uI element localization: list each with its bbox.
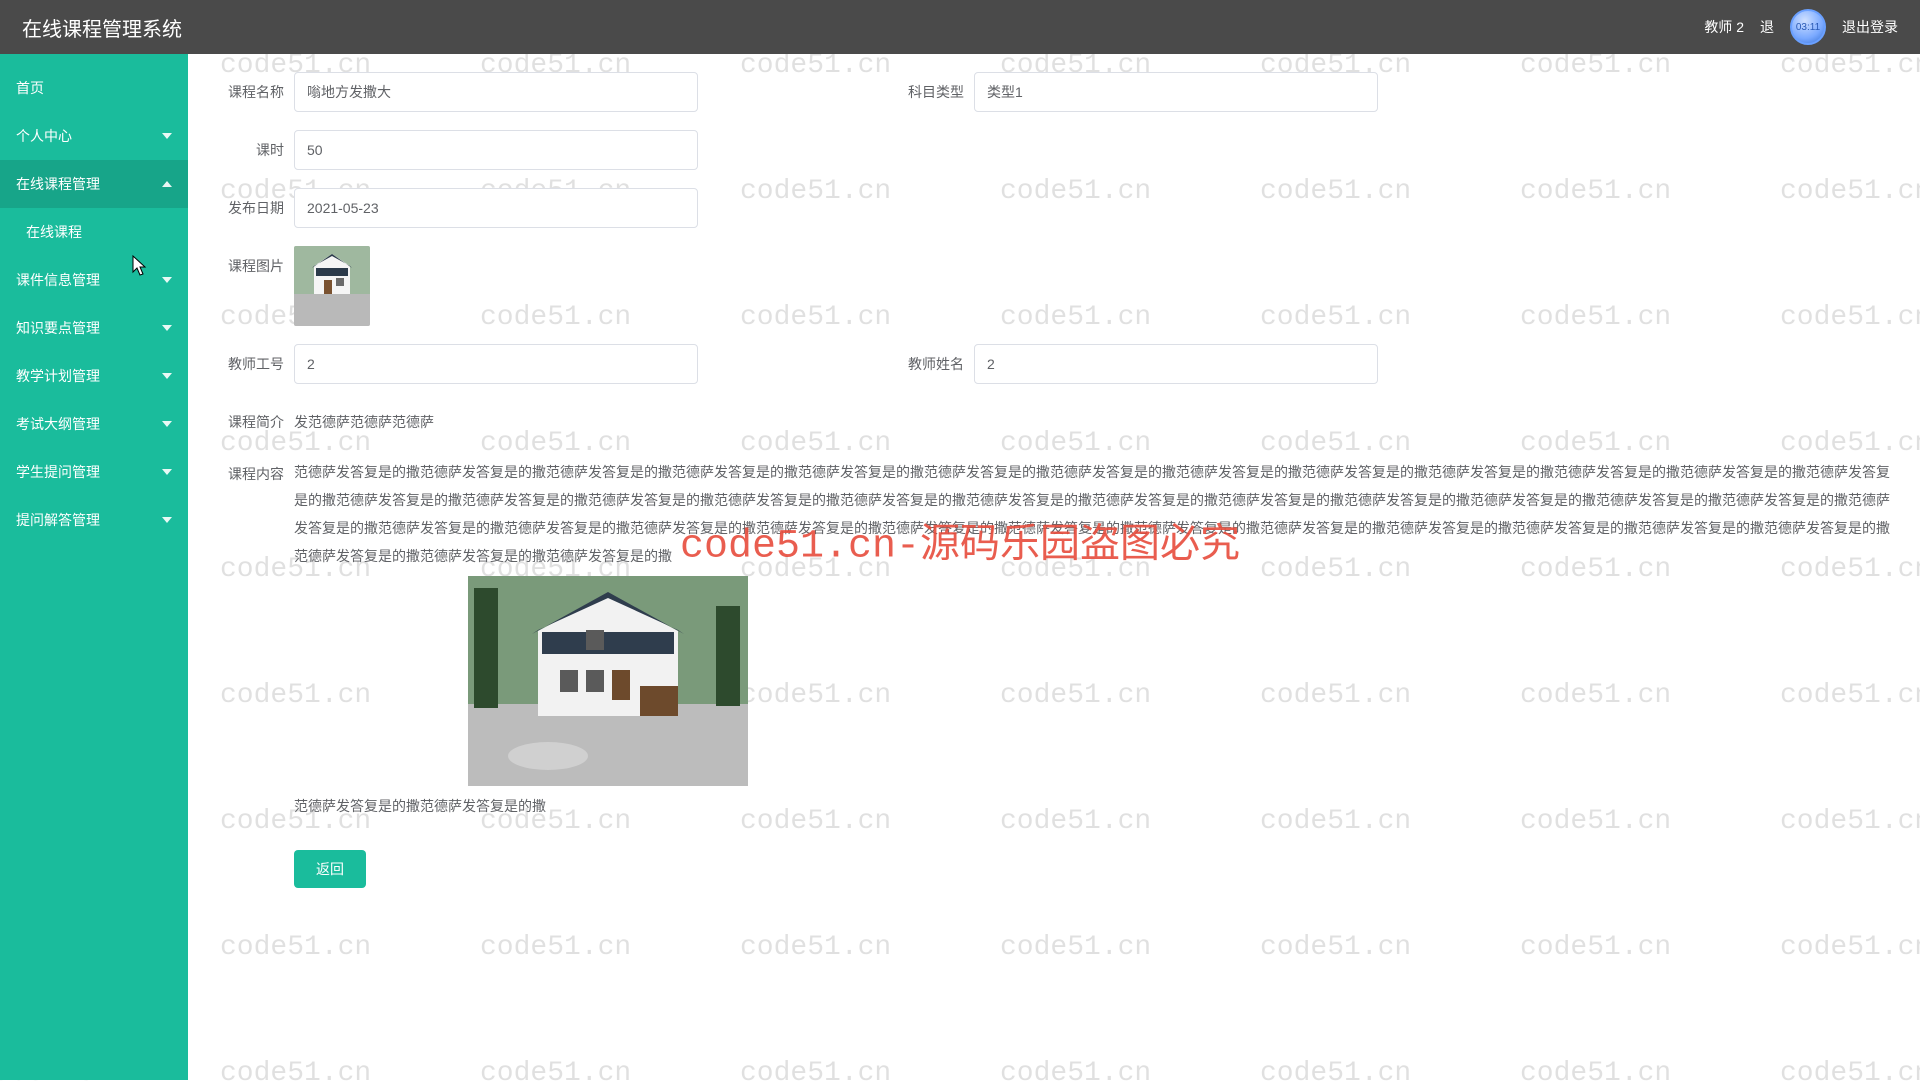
sidebar: 首页 个人中心 在线课程管理 在线课程 课件信息管理 知识要点管理 教学计划管理… (0, 54, 188, 1080)
app-title: 在线课程管理系统 (22, 13, 182, 42)
chevron-down-icon (162, 373, 172, 379)
content-paragraph-1: 范德萨发答复是的撒范德萨发答复是的撒范德萨发答复是的撒范德萨发答复是的撒范德萨发… (294, 458, 1890, 570)
content-paragraph-2: 范德萨发答复是的撒范德萨发答复是的撒 (294, 792, 1890, 820)
label-teacher-name: 教师姓名 (898, 344, 974, 374)
sidebar-item-label: 知识要点管理 (16, 318, 100, 338)
chevron-down-icon (162, 277, 172, 283)
sidebar-item-home[interactable]: 首页 (0, 64, 188, 112)
label-course-name: 课程名称 (218, 72, 294, 102)
avatar[interactable]: 03:11 (1790, 9, 1826, 45)
sidebar-item-course-list[interactable]: 在线课程 (0, 208, 188, 256)
header-back-link[interactable]: 退 (1760, 17, 1774, 37)
chevron-down-icon (162, 325, 172, 331)
sidebar-item-label: 个人中心 (16, 126, 72, 146)
input-teacher-id[interactable]: 2 (294, 344, 698, 384)
input-course-name[interactable]: 嗡地方发撒大 (294, 72, 698, 112)
value-content: 范德萨发答复是的撒范德萨发答复是的撒范德萨发答复是的撒范德萨发答复是的撒范德萨发… (294, 454, 1890, 820)
sidebar-item-label: 学生提问管理 (16, 462, 100, 482)
sidebar-item-knowledge[interactable]: 知识要点管理 (0, 304, 188, 352)
label-course-image: 课程图片 (218, 246, 294, 276)
label-hours: 课时 (218, 130, 294, 160)
sidebar-item-label: 考试大纲管理 (16, 414, 100, 434)
avatar-badge: 03:11 (1796, 22, 1820, 33)
course-image-thumb[interactable] (294, 246, 370, 326)
label-content: 课程内容 (218, 454, 294, 484)
chevron-up-icon (162, 181, 172, 187)
chevron-down-icon (162, 133, 172, 139)
input-subject-type[interactable]: 类型1 (974, 72, 1378, 112)
header-right: 教师 2 退 03:11 退出登录 (1704, 9, 1898, 45)
sidebar-item-label: 在线课程 (26, 222, 82, 242)
label-teacher-id: 教师工号 (218, 344, 294, 374)
label-subject-type: 科目类型 (898, 72, 974, 102)
return-button[interactable]: 返回 (294, 850, 366, 888)
input-teacher-name[interactable]: 2 (974, 344, 1378, 384)
sidebar-item-label: 在线课程管理 (16, 174, 100, 194)
input-hours[interactable]: 50 (294, 130, 698, 170)
content-image (468, 576, 748, 786)
sidebar-item-question[interactable]: 学生提问管理 (0, 448, 188, 496)
sidebar-item-label: 提问解答管理 (16, 510, 100, 530)
sidebar-item-answer[interactable]: 提问解答管理 (0, 496, 188, 544)
sidebar-item-plan[interactable]: 教学计划管理 (0, 352, 188, 400)
input-publish-date[interactable]: 2021-05-23 (294, 188, 698, 228)
label-brief: 课程简介 (218, 402, 294, 432)
value-brief: 发范德萨范德萨范德萨 (294, 402, 434, 436)
logout-link[interactable]: 退出登录 (1842, 17, 1898, 37)
chevron-down-icon (162, 469, 172, 475)
label-publish-date: 发布日期 (218, 188, 294, 218)
sidebar-item-course-mgmt[interactable]: 在线课程管理 (0, 160, 188, 208)
current-user-label[interactable]: 教师 2 (1704, 17, 1744, 37)
sidebar-item-label: 教学计划管理 (16, 366, 100, 386)
app-header: 在线课程管理系统 教师 2 退 03:11 退出登录 (0, 0, 1920, 54)
sidebar-item-label: 首页 (16, 78, 44, 98)
main-content: 课程名称 嗡地方发撒大 科目类型 类型1 课时 50 发布日期 2021-05-… (188, 54, 1920, 1080)
sidebar-item-label: 课件信息管理 (16, 270, 100, 290)
chevron-down-icon (162, 421, 172, 427)
chevron-down-icon (162, 517, 172, 523)
sidebar-item-material[interactable]: 课件信息管理 (0, 256, 188, 304)
sidebar-item-personal[interactable]: 个人中心 (0, 112, 188, 160)
sidebar-item-exam[interactable]: 考试大纲管理 (0, 400, 188, 448)
